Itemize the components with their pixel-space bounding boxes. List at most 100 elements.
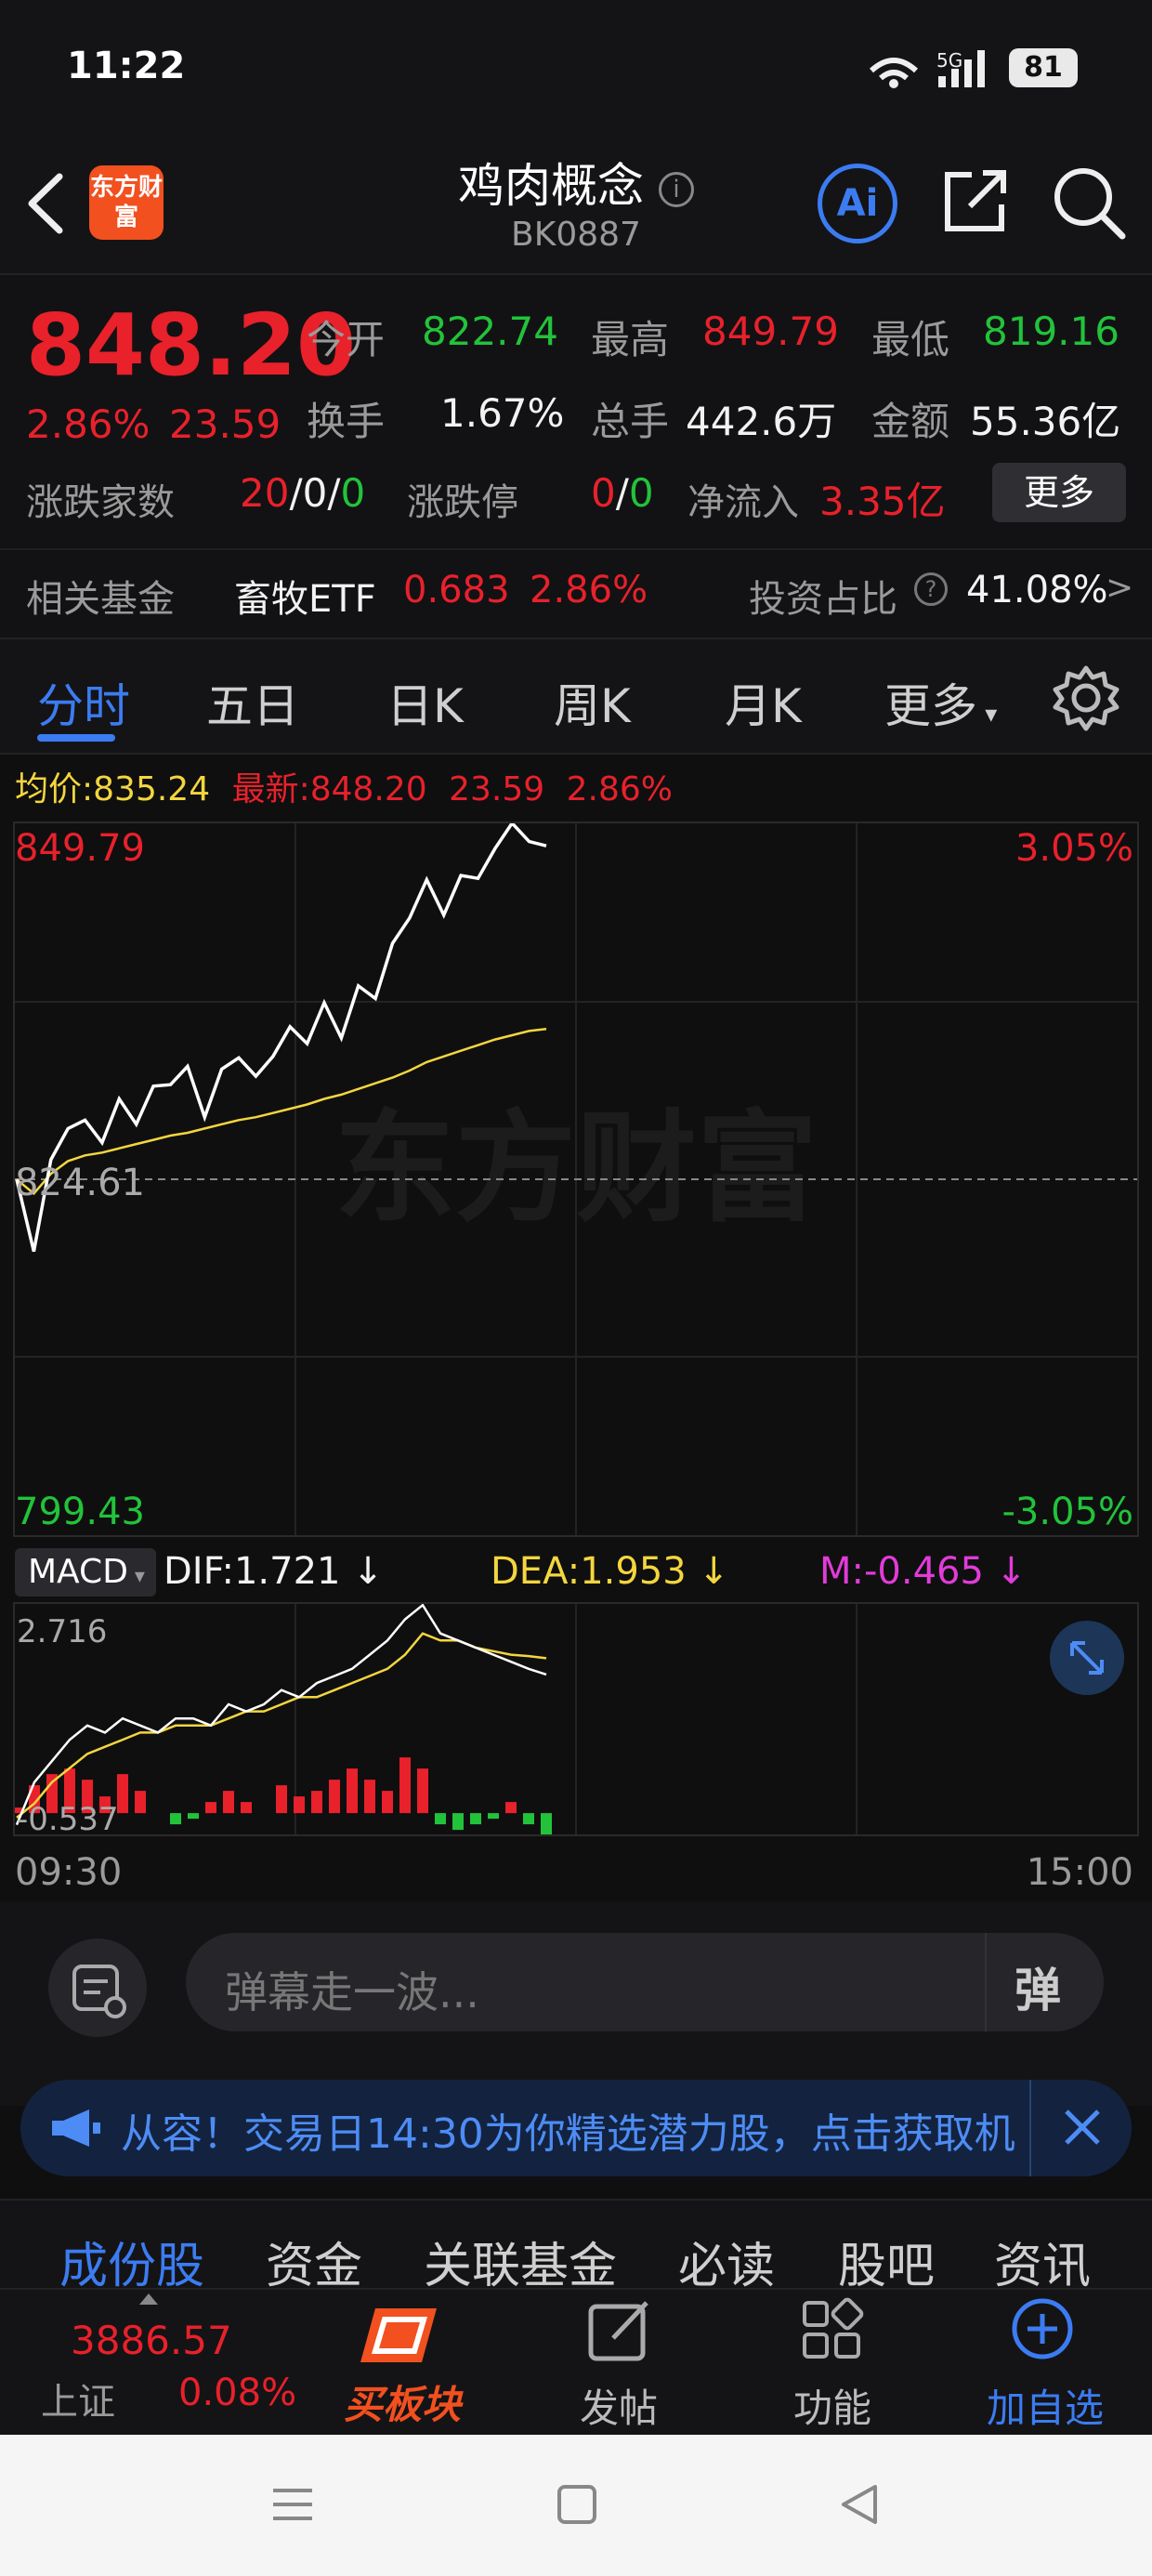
index-percent: 0.08% <box>178 2372 297 2414</box>
m-readout: M:-0.465 ↓ <box>819 1550 1028 1593</box>
tab-five-day[interactable]: 五日 <box>206 669 299 736</box>
expand-icon[interactable] <box>1050 1621 1124 1695</box>
back-icon[interactable] <box>836 2481 883 2528</box>
help-icon[interactable]: ? <box>914 572 948 606</box>
macd-bar <box>329 1780 340 1814</box>
high-value: 849.79 <box>702 309 839 354</box>
macd-bar <box>488 1813 499 1820</box>
ratio-value: 41.08% <box>966 569 1108 611</box>
tab-related-funds[interactable]: 关联基金 <box>424 2227 617 2296</box>
macd-bottom-label: -0.537 <box>17 1801 119 1838</box>
volume-value: 442.6万 <box>686 399 837 444</box>
caret-up-icon <box>139 2293 158 2305</box>
buy-sector-icon <box>360 2308 437 2362</box>
tab-monthly-k[interactable]: 月K <box>725 669 802 736</box>
signal-icon: 5G <box>869 49 985 88</box>
macd-bar <box>470 1813 481 1825</box>
tab-must-read[interactable]: 必读 <box>678 2227 775 2296</box>
macd-bar <box>135 1791 146 1814</box>
intraday-chart[interactable]: 东方财富 <box>13 821 1139 1537</box>
edit-icon <box>588 2301 648 2361</box>
fund-name[interactable]: 畜牧ETF <box>234 569 376 623</box>
megaphone-icon <box>52 2109 100 2147</box>
limit-value: 0/0 <box>591 470 654 516</box>
tab-daily-k[interactable]: 日K <box>386 669 464 736</box>
grid-icon <box>803 2297 864 2359</box>
open-value: 822.74 <box>422 309 558 354</box>
x-axis-start-label: 09:30 <box>15 1851 123 1894</box>
low-label: 最低 <box>871 317 950 362</box>
ai-button[interactable]: Ai <box>818 164 897 243</box>
chevron-right-icon[interactable]: > <box>1106 569 1133 607</box>
add-watchlist-button[interactable]: 加自选 <box>981 2297 1111 2431</box>
ratio-label: 投资占比 <box>749 578 897 621</box>
macd-bar <box>223 1791 234 1814</box>
index-name[interactable]: 上证 <box>41 2372 115 2425</box>
macd-bar <box>117 1774 128 1814</box>
macd-bar <box>399 1757 411 1814</box>
change-value: 23.59 <box>169 401 281 447</box>
settings-gear-icon[interactable] <box>1052 664 1120 732</box>
tab-forum[interactable]: 股吧 <box>838 2227 935 2296</box>
pct-axis-bottom-label: -3.05% <box>1001 1491 1133 1533</box>
status-time: 11:22 <box>67 45 186 87</box>
amount-label: 金额 <box>871 399 950 444</box>
macd-bar <box>541 1813 552 1834</box>
turnover-value: 1.67% <box>440 390 565 436</box>
tab-weekly-k[interactable]: 周K <box>554 669 631 736</box>
share-icon[interactable] <box>938 164 1013 238</box>
index-value[interactable]: 3886.57 <box>71 2318 232 2363</box>
post-button[interactable]: 发帖 <box>574 2297 667 2431</box>
macd-bar <box>347 1768 358 1814</box>
home-icon[interactable] <box>554 2481 600 2528</box>
tab-intraday[interactable]: 分时 <box>37 669 130 736</box>
macd-bar <box>205 1802 216 1814</box>
promo-text: 从容！交易日14:30为你精选潜力股，点击获取机 <box>121 2110 1015 2158</box>
chat-settings-icon <box>72 1965 126 2018</box>
tab-more[interactable]: 更多 ▾ <box>884 669 997 736</box>
limit-label: 涨跌停 <box>407 481 518 524</box>
macd-bar <box>294 1796 305 1814</box>
y-axis-bottom-label: 799.43 <box>15 1491 145 1533</box>
macd-bar <box>170 1813 181 1825</box>
change-percent: 2.86% <box>26 401 151 447</box>
macd-bar <box>417 1768 428 1814</box>
macd-bar <box>435 1813 446 1825</box>
fund-percent: 2.86% <box>530 569 648 611</box>
fund-price: 0.683 <box>403 569 510 611</box>
inflow-value: 3.35亿 <box>819 479 946 524</box>
indicator-select[interactable]: MACD ▾ <box>15 1548 156 1597</box>
chart-info-line: 均价:835.24 最新:848.20 23.59 2.86% <box>15 770 674 808</box>
low-value: 819.16 <box>983 309 1119 354</box>
danmaku-toggle-button[interactable]: 弹 <box>985 1933 1104 2031</box>
promo-banner[interactable]: 从容！交易日14:30为你精选潜力股，点击获取机 <box>20 2080 1132 2176</box>
tab-news[interactable]: 资讯 <box>994 2227 1091 2296</box>
volume-label: 总手 <box>591 399 670 444</box>
menu-icon[interactable] <box>269 2481 316 2528</box>
macd-bar <box>311 1791 322 1814</box>
buy-sector-button[interactable]: 买板块 <box>338 2297 476 2427</box>
inflow-label: 净流入 <box>687 481 799 524</box>
search-icon[interactable] <box>1050 164 1128 242</box>
tab-funds-flow[interactable]: 资金 <box>266 2227 362 2296</box>
more-button[interactable]: 更多 <box>992 463 1126 522</box>
network-type-text: 5G <box>936 49 962 72</box>
close-banner-button[interactable] <box>1029 2080 1132 2176</box>
add-circle-icon <box>1012 2298 1073 2359</box>
macd-bar <box>241 1802 252 1814</box>
chat-settings-button[interactable] <box>48 1939 147 2037</box>
macd-bar <box>188 1813 199 1820</box>
breadth-label: 涨跌家数 <box>26 481 175 524</box>
amount-value: 55.36亿 <box>970 399 1121 444</box>
macd-chart[interactable] <box>13 1602 1139 1836</box>
info-icon[interactable]: i <box>658 171 694 207</box>
functions-button[interactable]: 功能 <box>788 2297 881 2431</box>
open-label: 今开 <box>307 317 386 362</box>
y-axis-mid-label: 824.61 <box>15 1162 145 1204</box>
tab-constituents[interactable]: 成份股 <box>59 2227 204 2296</box>
turnover-label: 换手 <box>307 399 386 444</box>
macd-bar <box>276 1785 287 1814</box>
fund-label: 相关基金 <box>26 578 175 621</box>
dif-readout: DIF:1.721 ↓ <box>164 1550 384 1593</box>
dea-readout: DEA:1.953 ↓ <box>491 1550 729 1593</box>
